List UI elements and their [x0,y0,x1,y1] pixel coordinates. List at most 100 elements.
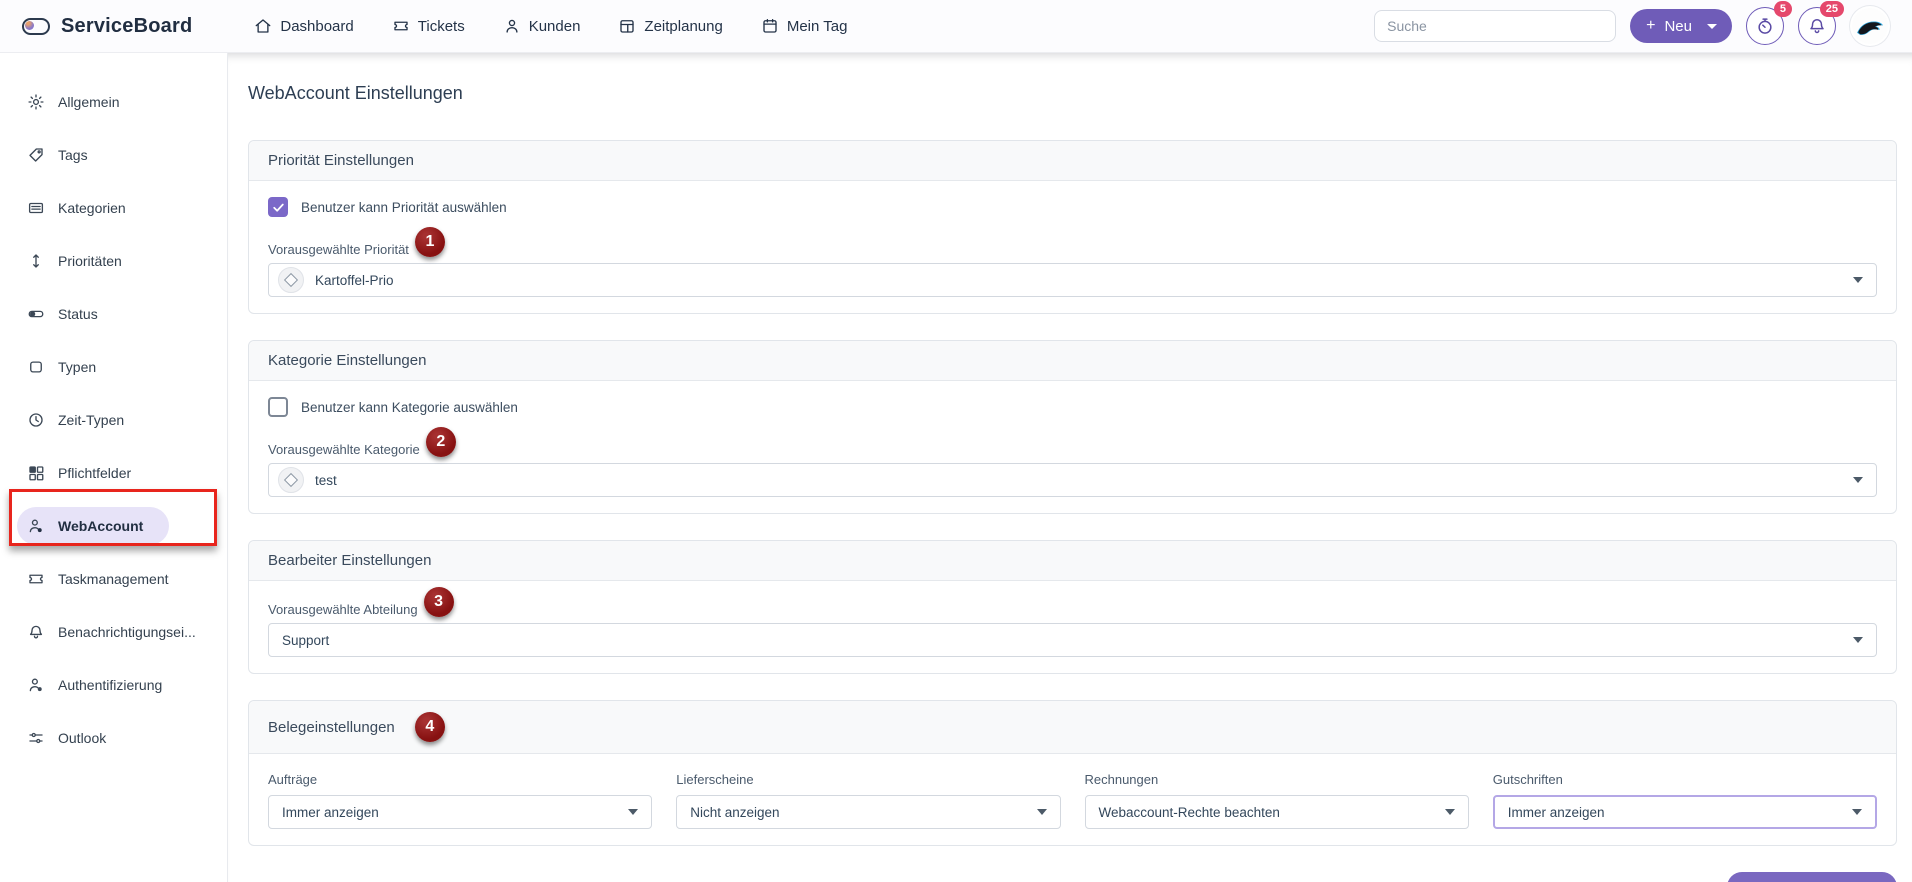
bell-icon [27,623,45,641]
card-body: Vorausgewählte Abteilung 3 Support [249,581,1896,673]
sidebar-item-prioritaeten[interactable]: Prioritäten [0,234,227,287]
department-select-value: Support [282,633,329,648]
card-body: Benutzer kann Kategorie auswählen Voraus… [249,381,1896,513]
grid-icon [27,464,45,482]
panther-avatar-icon [1852,8,1888,44]
annotation-badge-1: 1 [415,227,445,257]
new-button[interactable]: + Neu [1630,9,1732,43]
nav-item-dashboard[interactable]: Dashboard [254,17,353,35]
sidebar-item-status[interactable]: Status [0,287,227,340]
sidebar-item-label: Benachrichtigungsei... [58,624,196,640]
nav-item-zeitplanung[interactable]: Zeitplanung [618,17,722,35]
priority-checkbox[interactable] [268,197,288,217]
sidebar-item-label: WebAccount [58,518,143,534]
gutschriften-label: Gutschriften [1493,772,1877,787]
sidebar-item-outlook[interactable]: Outlook [0,711,227,764]
card-header-label: Kategorie Einstellungen [268,352,426,369]
rechnungen-label: Rechnungen [1085,772,1469,787]
page-title: WebAccount Einstellungen [248,83,1897,104]
person-icon [503,17,521,35]
lieferscheine-field: Lieferscheine Nicht anzeigen [676,772,1060,829]
auftraege-select[interactable]: Immer anzeigen [268,795,652,829]
nav-item-kunden[interactable]: Kunden [503,17,581,35]
category-checkbox[interactable] [268,397,288,417]
square-icon [27,358,45,376]
save-settings-button[interactable]: Einstellungen speichern [1727,872,1897,882]
gutschriften-field: Gutschriften Immer anzeigen [1493,772,1877,829]
card-header: Bearbeiter Einstellungen [249,541,1896,581]
notifications-badge: 25 [1820,1,1844,17]
sidebar-item-typen[interactable]: Typen [0,340,227,393]
user-avatar[interactable] [1850,6,1890,46]
sidebar-item-label: Outlook [58,730,106,746]
save-row: Einstellungen speichern [248,872,1897,882]
department-select[interactable]: Support [268,623,1877,657]
active-item-pill: WebAccount [17,507,169,545]
lieferscheine-select[interactable]: Nicht anzeigen [676,795,1060,829]
sidebar-item-authentifizierung[interactable]: Authentifizierung [0,658,227,711]
sidebar-item-allgemein[interactable]: Allgemein [0,75,227,128]
category-color-icon [278,467,304,493]
nav-item-mein-tag[interactable]: Mein Tag [761,17,848,35]
card-header: Priorität Einstellungen [249,141,1896,181]
priority-select-label: Vorausgewählte Priorität [268,242,409,257]
clock-icon [27,411,45,429]
chevron-down-icon [1853,477,1863,483]
settings-sidebar: Allgemein Tags Kategorien Prioritäten St… [0,53,228,882]
nav-label: Zeitplanung [644,18,722,35]
category-select-label: Vorausgewählte Kategorie [268,442,420,457]
auftraege-label: Aufträge [268,772,652,787]
stopwatch-icon [1755,16,1775,36]
chevron-down-icon [1853,277,1863,283]
search-input[interactable] [1374,10,1616,42]
sidebar-item-benachrichtigung[interactable]: Benachrichtigungsei... [0,605,227,658]
priority-checkbox-row: Benutzer kann Priorität auswählen [268,197,1877,217]
sidebar-item-zeit-typen[interactable]: Zeit-Typen [0,393,227,446]
category-settings-card: Kategorie Einstellungen Benutzer kann Ka… [248,340,1897,514]
priority-select[interactable]: Kartoffel-Prio [268,263,1877,297]
timer-badge: 5 [1774,1,1792,17]
sidebar-item-pflichtfelder[interactable]: Pflichtfelder [0,446,227,499]
tag-icon [27,146,45,164]
category-select-value: test [315,473,337,488]
sidebar-item-tags[interactable]: Tags [0,128,227,181]
chevron-down-icon [1852,809,1862,815]
sliders-icon [27,729,45,747]
chevron-down-icon [1445,809,1455,815]
annotation-badge-2: 2 [426,427,456,457]
card-body: Aufträge Immer anzeigen Lieferscheine Ni… [249,754,1896,845]
rechnungen-select[interactable]: Webaccount-Rechte beachten [1085,795,1469,829]
document-options-grid: Aufträge Immer anzeigen Lieferscheine Ni… [268,772,1877,829]
card-header-label: Bearbeiter Einstellungen [268,552,431,569]
priority-select-value: Kartoffel-Prio [315,273,394,288]
nav-item-tickets[interactable]: Tickets [392,17,465,35]
user-gear-icon [27,517,45,535]
sidebar-item-kategorien[interactable]: Kategorien [0,181,227,234]
category-select[interactable]: test [268,463,1877,497]
card-header-label: Belegeinstellungen [268,719,395,736]
user-check-icon [27,676,45,694]
gutschriften-select[interactable]: Immer anzeigen [1493,795,1877,829]
priority-select-label-row: Vorausgewählte Priorität 1 [268,239,1877,257]
gear-icon [27,93,45,111]
timer-button[interactable]: 5 [1746,7,1784,45]
sidebar-item-webaccount[interactable]: WebAccount [0,499,227,552]
sidebar-item-label: Prioritäten [58,253,122,269]
sidebar-item-label: Status [58,306,98,322]
annotation-badge-4: 4 [415,712,445,742]
sidebar-item-taskmanagement[interactable]: Taskmanagement [0,552,227,605]
lieferscheine-select-value: Nicht anzeigen [690,805,779,820]
rechnungen-select-value: Webaccount-Rechte beachten [1099,805,1280,820]
agent-settings-card: Bearbeiter Einstellungen Vorausgewählte … [248,540,1897,674]
bell-icon [1807,16,1827,36]
check-icon [272,201,285,214]
department-select-label-row: Vorausgewählte Abteilung 3 [268,599,1877,617]
chevron-down-icon [1037,809,1047,815]
brand[interactable]: ServiceBoard [22,15,192,38]
category-checkbox-row: Benutzer kann Kategorie auswählen [268,397,1877,417]
brand-name: ServiceBoard [61,15,192,38]
sidebar-item-label: Zeit-Typen [58,412,124,428]
notifications-button[interactable]: 25 [1798,7,1836,45]
ticket-icon [27,570,45,588]
arrows-vertical-icon [27,252,45,270]
